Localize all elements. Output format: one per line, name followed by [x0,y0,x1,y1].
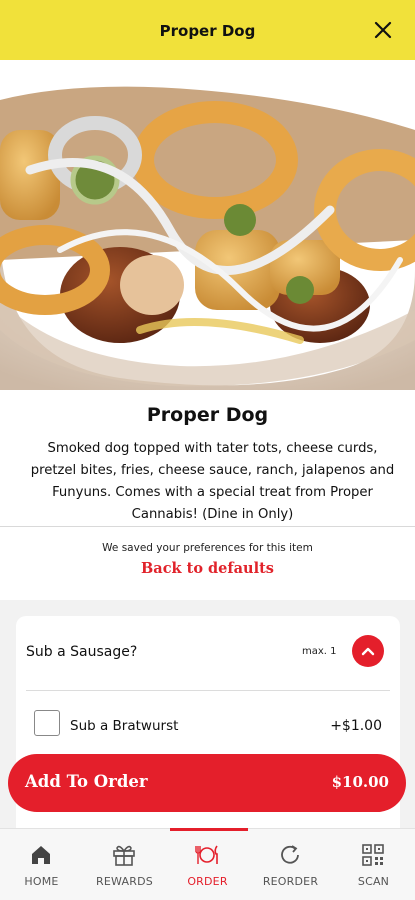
nav-label: HOME [24,875,59,888]
nav-label: REWARDS [96,875,153,888]
nav-item-scan[interactable]: SCAN [332,829,415,900]
max-selection-label: max. 1 [302,646,337,657]
hot-dog-illustration [0,86,415,390]
saved-preferences-text: We saved your preferences for this item [102,542,313,554]
nav-item-home[interactable]: HOME [0,829,83,900]
option-group-title: Sub a Sausage? [26,644,138,660]
product-image [0,60,415,390]
page-title: Proper Dog [159,22,256,40]
order-total: $10.00 [331,773,389,791]
top-bar: Proper Dog [0,0,415,60]
divider [26,690,390,691]
add-to-order-button[interactable]: Add To Order $10.00 [8,754,406,812]
reorder-icon [281,845,299,864]
product-description: Smoked dog topped with tater tots, chees… [30,441,395,522]
product-info: Proper Dog Smoked dog topped with tater … [0,390,415,600]
utensils-icon [195,845,218,864]
nav-label: SCAN [357,875,390,888]
qr-code-icon [362,844,384,866]
back-to-defaults-link[interactable]: Back to defaults [0,560,415,577]
home-icon [32,846,50,864]
bratwurst-checkbox[interactable] [34,710,60,736]
option-group-card: Sub a Sausage? max. 1 Sub a Bratwurst +$… [16,616,400,856]
collapse-button[interactable] [352,635,384,667]
nav-label: ORDER [187,875,228,888]
nav-label: REORDER [262,875,319,888]
option-price: +$1.00 [330,718,382,734]
nav-item-reorder[interactable]: REORDER [249,829,332,900]
gift-icon [113,845,135,866]
chevron-up-icon [361,647,375,656]
add-to-order-label: Add To Order [25,772,148,791]
divider [0,526,415,527]
nav-item-rewards[interactable]: REWARDS [83,829,166,900]
close-icon[interactable] [371,18,395,42]
bottom-nav: HOME REWARDS ORDER REORDER SCAN [0,828,415,900]
option-label: Sub a Bratwurst [70,718,179,734]
product-name: Proper Dog [146,404,269,426]
nav-item-order[interactable]: ORDER [166,829,249,900]
